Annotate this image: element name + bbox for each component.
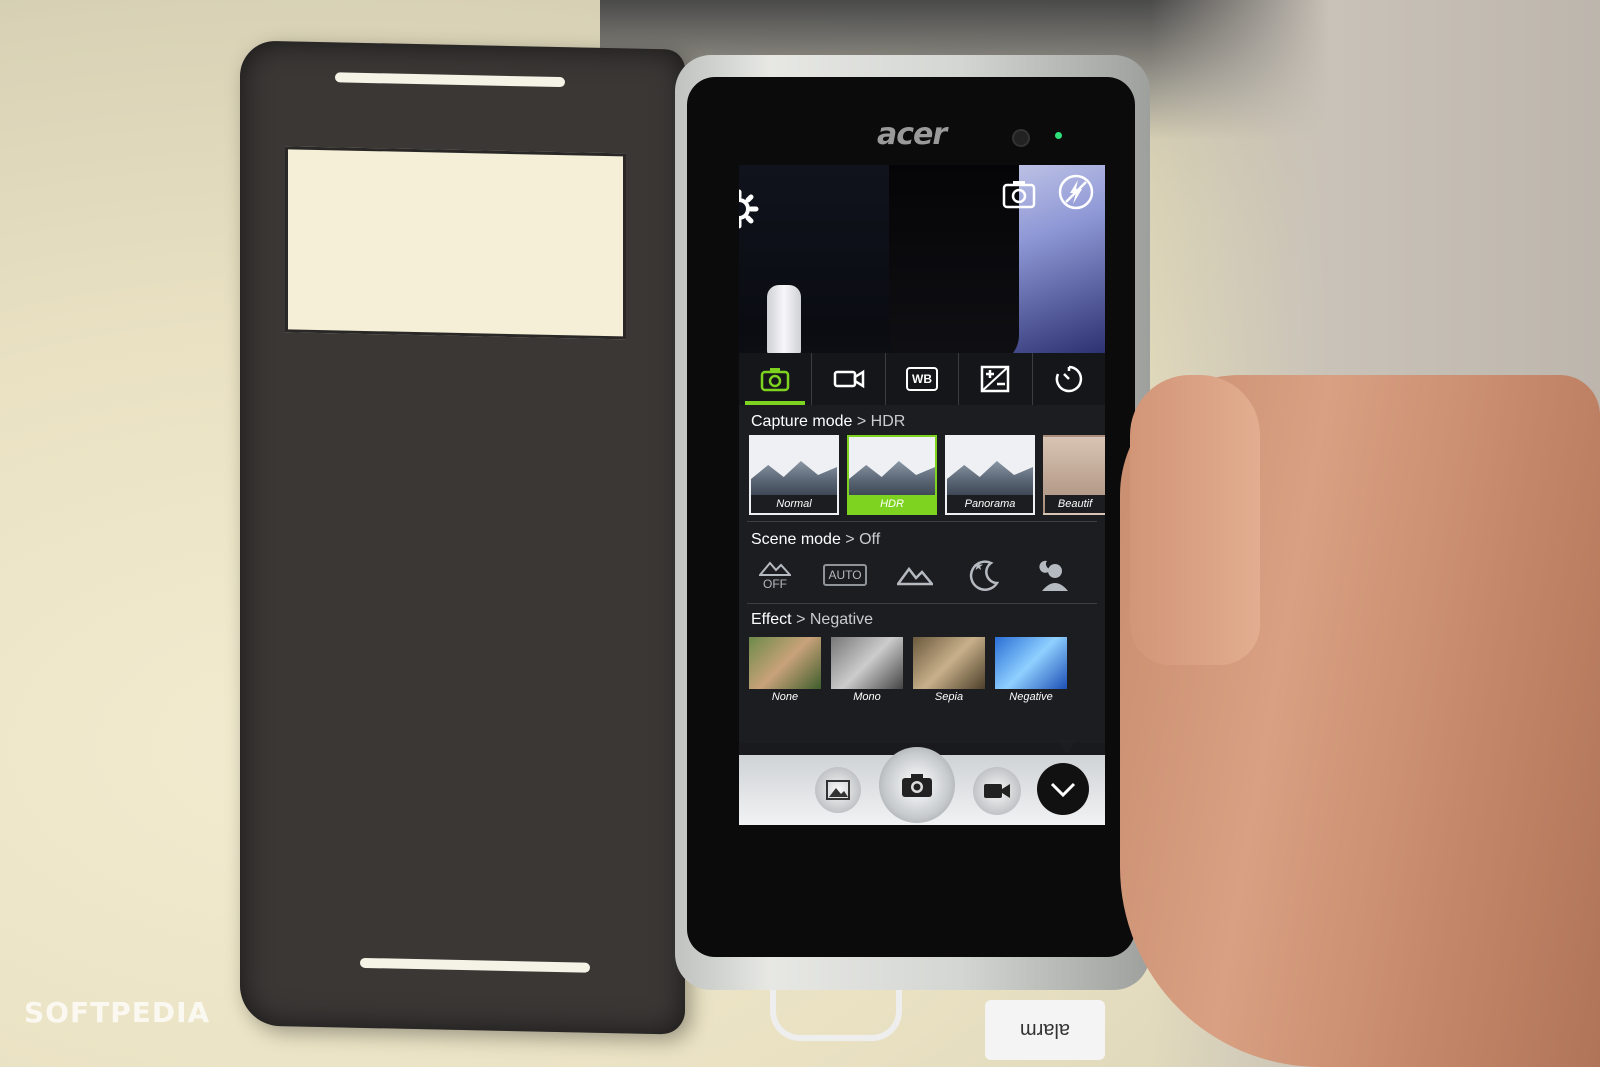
camera-icon: [760, 368, 790, 392]
gallery-icon: [826, 780, 850, 800]
divider: [747, 521, 1097, 522]
effect-negative[interactable]: Negative: [995, 637, 1067, 705]
status-led: [1055, 132, 1062, 139]
brand-logo: acer: [877, 117, 947, 152]
scene-mode-title: Scene mode > Off: [751, 531, 880, 549]
capture-mode-value: > HDR: [856, 413, 906, 430]
capture-mode-normal[interactable]: Normal: [749, 435, 839, 515]
night-portrait-icon[interactable]: [1033, 555, 1077, 595]
record-video-button[interactable]: [973, 767, 1021, 815]
scene-mode-label: Scene mode: [751, 531, 841, 548]
gear-icon[interactable]: [739, 189, 759, 229]
camera-controls: [739, 747, 1105, 825]
capture-mode-label: Normal: [751, 495, 837, 513]
capture-mode-beauty[interactable]: Beautif: [1043, 435, 1105, 515]
security-cable: [770, 985, 902, 1041]
effect-title: Effect > Negative: [751, 611, 873, 629]
settings-panel: WB Capture mode > HDR Normal HDR Panoram…: [739, 353, 1105, 743]
shutter-button[interactable]: [879, 747, 955, 823]
scene-off-label: OFF: [763, 577, 787, 591]
effect-item-label: Sepia: [913, 689, 985, 705]
capture-mode-label: HDR: [849, 495, 935, 513]
scene-auto-label: AUTO: [823, 564, 867, 586]
effect-thumbnail: [913, 637, 985, 689]
switch-camera-icon[interactable]: [1001, 177, 1037, 211]
tab-exposure[interactable]: [959, 353, 1033, 405]
settings-tabs: WB: [739, 353, 1105, 405]
camera-icon: [902, 774, 932, 797]
capture-mode-label: Panorama: [947, 495, 1033, 513]
effect-item-label: Mono: [831, 689, 903, 705]
effect-none[interactable]: None: [749, 637, 821, 705]
cover-window: [285, 146, 626, 340]
effect-item-label: Negative: [995, 689, 1067, 705]
flash-off-icon[interactable]: [1057, 173, 1095, 211]
tab-white-balance[interactable]: WB: [886, 353, 960, 405]
hand-thumb: [1130, 375, 1260, 665]
svg-text:★: ★: [973, 559, 984, 573]
mountain-icon: [757, 561, 793, 576]
scene-mode-value: > Off: [845, 531, 881, 548]
capture-mode-label: Beautif: [1045, 495, 1105, 513]
phone-body: acer WB Capture mode > HDR Normal HDR Pa…: [675, 55, 1150, 990]
exposure-icon: [981, 365, 1010, 393]
divider: [747, 603, 1097, 604]
viewfinder-object: [767, 285, 801, 355]
effect-thumbnail: [831, 637, 903, 689]
tab-video[interactable]: [812, 353, 886, 405]
flip-cover: [240, 40, 685, 1035]
gallery-button[interactable]: [815, 767, 861, 813]
panel-pointer: [1057, 740, 1077, 754]
capture-mode-list: Normal HDR Panorama Beautif: [749, 435, 1105, 515]
camera-screen: WB Capture mode > HDR Normal HDR Panoram…: [739, 165, 1105, 825]
capture-mode-panorama[interactable]: Panorama: [945, 435, 1035, 515]
effect-thumbnail: [749, 637, 821, 689]
chevron-down-icon: [1050, 782, 1076, 798]
effect-value: > Negative: [796, 611, 874, 628]
effect-item-label: None: [749, 689, 821, 705]
effect-list: None Mono Sepia Negative: [749, 637, 1067, 705]
landscape-thumbnail: [849, 461, 935, 495]
effect-mono[interactable]: Mono: [831, 637, 903, 705]
capture-mode-hdr[interactable]: HDR: [847, 435, 937, 515]
cover-slot-top: [335, 72, 565, 88]
night-icon[interactable]: ★: [963, 555, 1007, 595]
capture-mode-title: Capture mode > HDR: [751, 413, 905, 431]
timer-icon: [1055, 365, 1082, 393]
landscape-icon[interactable]: [893, 555, 937, 595]
alarm-tag: alarm: [985, 1000, 1105, 1060]
phone-face: acer WB Capture mode > HDR Normal HDR Pa…: [687, 77, 1135, 957]
watermark: SOFTPEDIA: [24, 996, 211, 1029]
effect-sepia[interactable]: Sepia: [913, 637, 985, 705]
scene-off-icon[interactable]: OFF: [753, 555, 797, 595]
capture-mode-label: Capture mode: [751, 413, 853, 430]
landscape-thumbnail: [751, 461, 837, 495]
tab-timer[interactable]: [1033, 353, 1105, 405]
viewfinder-subject: [889, 165, 1019, 365]
scene-mode-list: OFF AUTO ★: [753, 555, 1077, 595]
landscape-thumbnail: [947, 461, 1033, 495]
video-icon: [833, 369, 864, 389]
collapse-panel-button[interactable]: [1037, 763, 1089, 815]
front-camera: [1012, 129, 1030, 147]
effect-label: Effect: [751, 611, 792, 628]
effect-thumbnail: [995, 637, 1067, 689]
video-icon: [984, 784, 1010, 798]
white-balance-icon: WB: [906, 367, 939, 391]
scene-auto-icon[interactable]: AUTO: [823, 555, 867, 595]
tab-camera[interactable]: [739, 353, 813, 405]
cover-slot-bottom: [360, 957, 590, 973]
